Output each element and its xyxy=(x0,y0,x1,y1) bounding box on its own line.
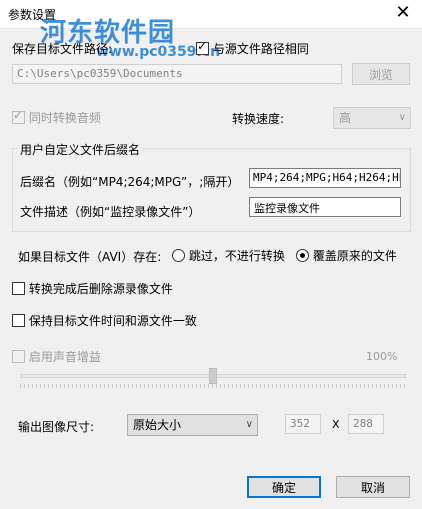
delete-source-label: 转换完成后删除源录像文件 xyxy=(28,282,173,296)
same-as-source-checkbox[interactable] xyxy=(196,39,209,55)
desc-input[interactable]: 监控录像文件 xyxy=(249,197,401,217)
speed-select-value: 高 xyxy=(339,111,352,125)
overwrite-label: 覆盖原来的文件 xyxy=(312,249,397,263)
volume-slider-thumb[interactable] xyxy=(209,368,217,384)
title-bar xyxy=(0,0,422,29)
volume-gain-row[interactable]: 启用声音增益 xyxy=(12,348,101,365)
skip-radio[interactable] xyxy=(172,249,185,262)
cancel-button[interactable]: 取消 xyxy=(336,476,410,498)
x-separator: X xyxy=(332,418,340,431)
keep-time-label: 保持目标文件时间和源文件一致 xyxy=(28,314,197,328)
browse-button[interactable]: 浏览 xyxy=(352,63,410,85)
close-icon[interactable]: ✕ xyxy=(392,2,414,24)
convert-audio-checkbox[interactable] xyxy=(12,108,25,124)
keep-time-row[interactable]: 保持目标文件时间和源文件一致 xyxy=(12,312,197,329)
convert-audio-row[interactable]: 同时转换音频 xyxy=(12,108,101,126)
output-path-field[interactable]: C:\Users\pc0359\Documents xyxy=(12,64,342,84)
output-path-label: 保存目标文件路径: xyxy=(12,42,113,56)
suffix-group-title: 用户自定义文件后缀名 xyxy=(18,141,143,158)
exists-label: 如果目标文件（AVI）存在: xyxy=(18,250,162,264)
volume-percent: 100% xyxy=(366,350,398,363)
volume-gain-label: 启用声音增益 xyxy=(28,350,101,364)
delete-source-row[interactable]: 转换完成后删除源录像文件 xyxy=(12,280,173,297)
overwrite-radio-row[interactable]: 覆盖原来的文件 xyxy=(296,247,397,264)
skip-radio-row[interactable]: 跳过，不进行转换 xyxy=(172,247,285,264)
suffix-label: 后缀名（例如“MP4;264;MPG”，;隔开） xyxy=(20,175,240,189)
same-as-source-checkbox-row[interactable]: 与源文件路径相同 xyxy=(196,39,309,57)
chevron-down-icon: ∨ xyxy=(245,419,253,430)
image-size-select-value: 原始大小 xyxy=(133,418,182,432)
desc-label: 文件描述（例如“监控录像文件”） xyxy=(20,205,201,219)
delete-source-checkbox[interactable] xyxy=(12,282,25,295)
suffix-input[interactable]: MP4;264;MPG;H64;H264;HE4 xyxy=(249,168,401,188)
volume-slider-ticks xyxy=(20,384,406,388)
speed-select[interactable]: 高 ∨ xyxy=(333,107,411,129)
keep-time-checkbox[interactable] xyxy=(12,314,25,327)
ok-button[interactable]: 确定 xyxy=(247,476,321,498)
chevron-down-icon: ∨ xyxy=(398,112,406,123)
same-as-source-label: 与源文件路径相同 xyxy=(212,42,309,56)
window-title: 参数设置 xyxy=(8,8,57,22)
speed-label: 转换速度: xyxy=(232,112,285,126)
image-height-input[interactable]: 288 xyxy=(348,414,384,434)
overwrite-radio[interactable] xyxy=(296,249,309,262)
volume-gain-checkbox[interactable] xyxy=(12,350,25,363)
image-size-select[interactable]: 原始大小 ∨ xyxy=(127,414,258,436)
image-size-label: 输出图像尺寸: xyxy=(18,420,95,434)
skip-label: 跳过，不进行转换 xyxy=(188,249,285,263)
image-width-input[interactable]: 352 xyxy=(285,414,321,434)
convert-audio-label: 同时转换音频 xyxy=(28,111,101,125)
